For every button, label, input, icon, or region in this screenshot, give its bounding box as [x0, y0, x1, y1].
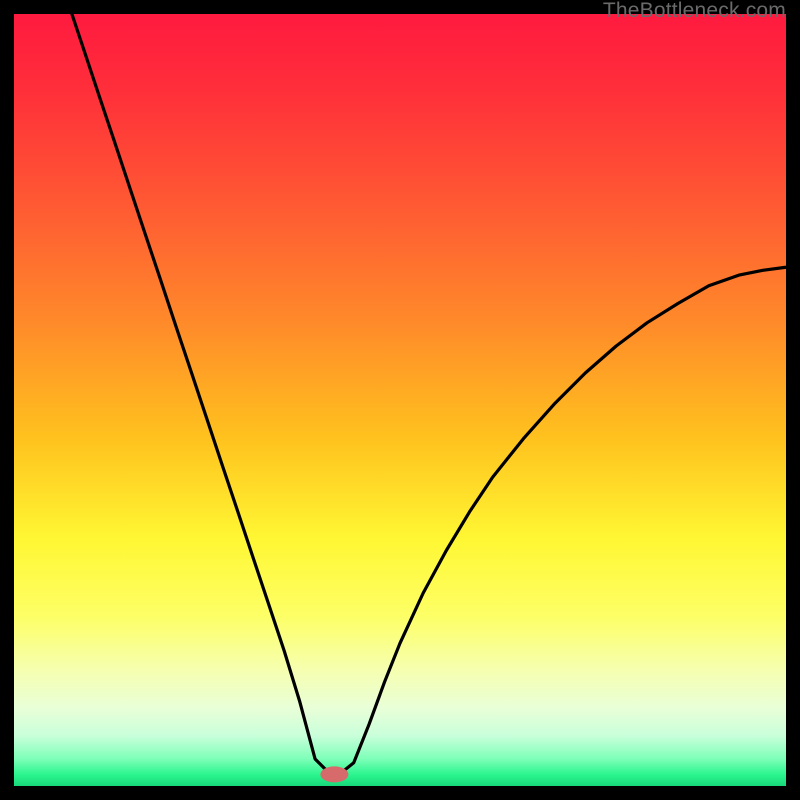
chart-frame: [14, 14, 786, 786]
watermark-text: TheBottleneck.com: [603, 0, 786, 21]
bottleneck-chart: [14, 14, 786, 786]
gradient-background: [14, 14, 786, 786]
optimal-marker: [320, 766, 348, 782]
